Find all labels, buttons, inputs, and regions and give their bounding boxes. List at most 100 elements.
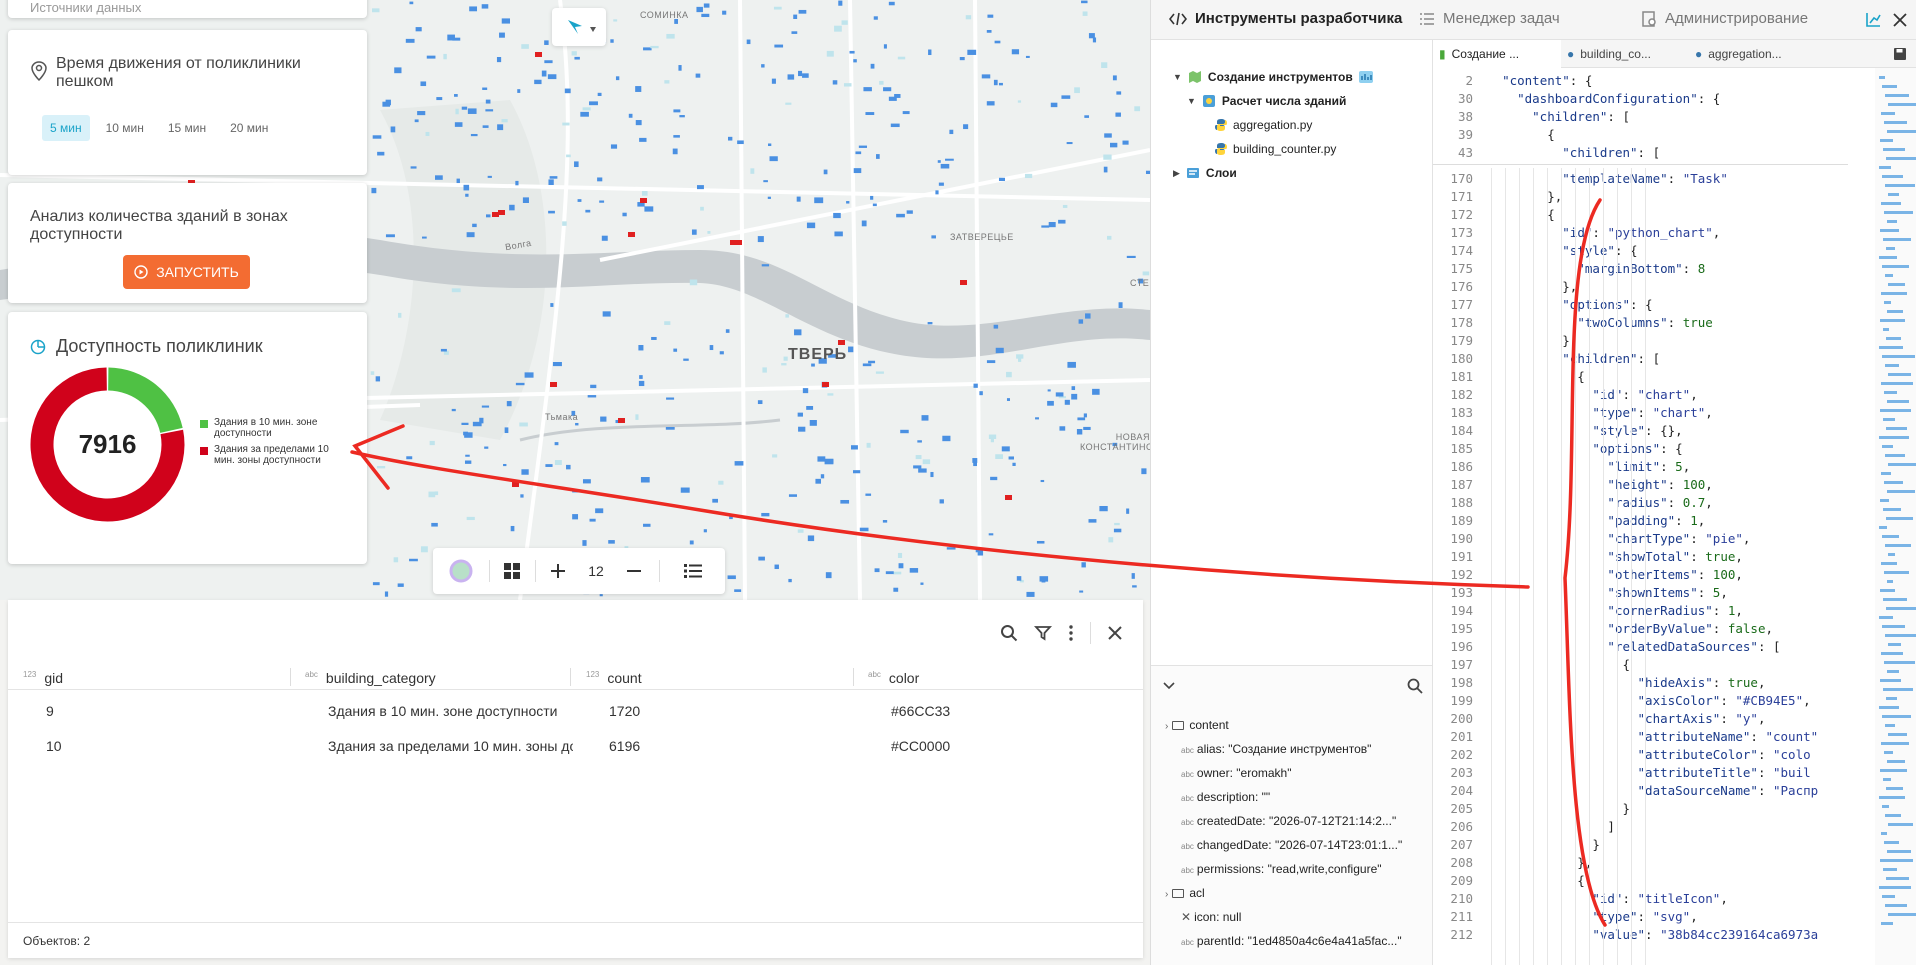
code-line: 186 "limit": 5, [1433, 458, 1848, 476]
column-header-count[interactable]: 123 count [586, 670, 642, 686]
chip-5-min[interactable]: 5 мин [42, 115, 90, 141]
map-building [859, 527, 869, 532]
data-sources-panel[interactable]: Источники данных [8, 0, 367, 18]
map-building [761, 264, 770, 267]
prop-text: createdDate: "2026-07-12T21:14:2..." [1196, 814, 1397, 828]
code-line: 177 "options": { [1433, 296, 1848, 314]
map-building [463, 431, 468, 436]
more-icon[interactable] [1068, 624, 1074, 642]
map-building [664, 321, 671, 325]
code-minimap[interactable] [1875, 68, 1916, 965]
code-editor[interactable]: 2 "content": {30 "dashboardConfiguration… [1433, 68, 1848, 965]
prop-type: abc [1181, 770, 1194, 779]
map-building [945, 158, 954, 161]
map-building [548, 179, 554, 186]
chip-20-min[interactable]: 20 мин [222, 115, 276, 141]
table-header: 123 gid abc building_category 123 count abc… [8, 662, 1143, 690]
tab-dev-tools[interactable]: Инструменты разработчика [1169, 10, 1402, 27]
map-building [1122, 140, 1129, 145]
tree-item-file[interactable]: aggregation.py [1215, 118, 1312, 132]
map-building [802, 388, 809, 394]
chart-icon[interactable] [1865, 12, 1881, 28]
prop-item[interactable]: abc changedDate: "2026-07-14T23:01:1..." [1181, 838, 1421, 852]
editor-tab[interactable]: ▮ Создание ... [1433, 40, 1561, 68]
map-building [414, 119, 419, 123]
map-building [384, 591, 389, 597]
prop-item[interactable]: abc alias: "Создание инструментов" [1181, 742, 1421, 756]
editor-tab[interactable]: ● aggregation... [1689, 40, 1817, 68]
close-icon[interactable] [1893, 13, 1907, 27]
map-building [915, 455, 922, 460]
list-icon [1420, 12, 1434, 25]
tree-item-file[interactable]: building_counter.py [1215, 142, 1336, 156]
chevron-down-icon[interactable] [1163, 682, 1175, 690]
code-line: 195 "orderByValue": false, [1433, 620, 1848, 638]
map-building [575, 422, 579, 426]
prop-item[interactable]: abc createdDate: "2026-07-12T21:14:2..." [1181, 814, 1421, 828]
column-header-building-category[interactable]: abc building_category [305, 670, 436, 686]
map-building [798, 70, 803, 77]
map-district-label: ЗАТВЕРЕЦЬЕ [950, 232, 1014, 242]
zoom-in-button[interactable] [545, 558, 571, 584]
tree-item-root[interactable]: ▼ Создание инструментов [1173, 70, 1373, 84]
tab-task-manager[interactable]: Менеджер задач [1419, 10, 1560, 27]
map-building [897, 552, 903, 558]
close-icon[interactable] [1107, 625, 1123, 641]
save-icon[interactable] [1893, 47, 1907, 61]
filter-icon[interactable] [1034, 624, 1052, 642]
map-building [762, 367, 767, 373]
map-building [788, 494, 798, 497]
map-building [541, 70, 547, 77]
cell-color: #CC0000 [891, 738, 951, 754]
map-building [972, 458, 978, 463]
column-type: abc [305, 670, 318, 679]
map-building [1035, 417, 1039, 420]
layers-list-button[interactable] [679, 558, 707, 584]
zoom-out-button[interactable] [621, 558, 647, 584]
cell-building-category: Здания в 10 мин. зоне доступности [328, 703, 558, 719]
map-building [1050, 102, 1058, 108]
editor-tab-label: aggregation... [1708, 47, 1782, 61]
map-building [843, 83, 852, 87]
code-line: 211 "type": "svg", [1433, 908, 1848, 926]
select-tool-button[interactable] [552, 8, 606, 46]
tree-item-layers[interactable]: ▶ Слои [1173, 166, 1237, 180]
column-header-gid[interactable]: 123 gid [23, 670, 63, 686]
basemap-button[interactable] [443, 558, 479, 584]
prop-folder-acl[interactable]: › acl [1165, 886, 1405, 900]
map-building [1084, 115, 1090, 118]
map-building [643, 47, 652, 51]
table-row[interactable]: 10 Здания за пределами 10 мин. зоны дост… [8, 729, 1143, 763]
prop-item[interactable]: ✕ icon: null [1181, 910, 1421, 924]
code-line: 180 "children": [ [1433, 350, 1848, 368]
prop-item[interactable]: abc parentId: "1ed4850a4c6e4a41a5fac..." [1181, 934, 1421, 948]
map-building [959, 57, 965, 61]
line-number: 192 [1450, 567, 1473, 582]
map-building [874, 568, 880, 573]
tab-administration[interactable]: Администрирование [1641, 10, 1808, 27]
prop-item[interactable]: abc description: "" [1181, 790, 1421, 804]
chevron-right-icon: › [1165, 721, 1169, 732]
grid-button[interactable] [497, 558, 527, 584]
prop-folder-content[interactable]: › content [1165, 718, 1405, 732]
line-number: 201 [1450, 729, 1473, 744]
run-button[interactable]: ЗАПУСТИТЬ [123, 255, 250, 289]
map-building [455, 108, 459, 115]
map-building [993, 324, 999, 329]
chip-10-min[interactable]: 10 мин [98, 115, 152, 141]
search-icon[interactable] [1000, 624, 1018, 642]
map-building [376, 466, 386, 469]
map-building-highlight [512, 482, 519, 487]
search-icon[interactable] [1407, 678, 1423, 694]
prop-item[interactable]: abc permissions: "read,write,configure" [1181, 862, 1421, 876]
line-number: 193 [1450, 585, 1473, 600]
column-header-color[interactable]: abc color [868, 670, 919, 686]
map-building [785, 314, 789, 318]
editor-tab[interactable]: ● building_co... [1561, 40, 1689, 68]
chip-15-min[interactable]: 15 мин [160, 115, 214, 141]
map-building [1082, 11, 1088, 16]
table-row[interactable]: 9 Здания в 10 мин. зоне доступности 1720… [8, 694, 1143, 728]
map-building [1071, 386, 1076, 391]
tree-item-group[interactable]: ▼ Расчет числа зданий [1187, 94, 1346, 108]
prop-item[interactable]: abc owner: "eromakh" [1181, 766, 1421, 780]
